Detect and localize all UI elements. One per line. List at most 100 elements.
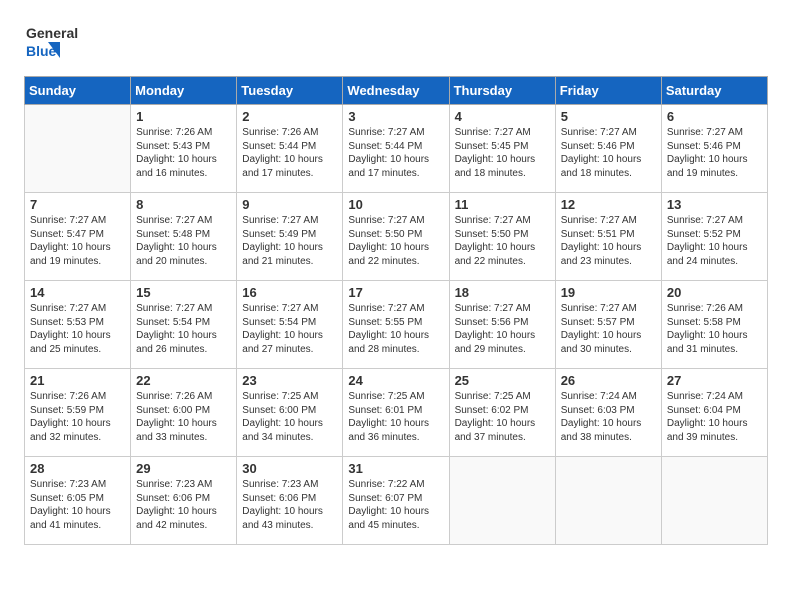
- svg-text:Blue: Blue: [26, 43, 57, 59]
- day-number: 4: [455, 109, 551, 124]
- logo-svg: General Blue: [24, 20, 104, 62]
- day-info: Sunrise: 7:23 AM Sunset: 6:06 PM Dayligh…: [242, 478, 338, 532]
- column-header-wednesday: Wednesday: [343, 77, 449, 105]
- calendar-cell: 16Sunrise: 7:27 AM Sunset: 5:54 PM Dayli…: [237, 281, 343, 369]
- day-number: 8: [136, 197, 232, 212]
- calendar-cell: 18Sunrise: 7:27 AM Sunset: 5:56 PM Dayli…: [449, 281, 555, 369]
- calendar-cell: [25, 105, 131, 193]
- calendar-cell: 13 Sunrise: 7:27 AM Sunset: 5:52 PM Dayli…: [661, 193, 767, 281]
- day-number: 3: [348, 109, 444, 124]
- day-number: 22: [136, 373, 232, 388]
- day-number: 25: [455, 373, 551, 388]
- day-info: Sunrise: 7:22 AM Sunset: 6:07 PM Dayligh…: [348, 478, 444, 532]
- day-info: Sunrise: 7:27 AM Sunset: 5:50 PM Dayligh…: [348, 214, 444, 268]
- day-number: 15: [136, 285, 232, 300]
- calendar-cell: 3 Sunrise: 7:27 AM Sunset: 5:44 PM Daylig…: [343, 105, 449, 193]
- calendar-week-row: 1 Sunrise: 7:26 AM Sunset: 5:43 PM Daylig…: [25, 105, 768, 193]
- day-number: 11: [455, 197, 551, 212]
- day-number: 24: [348, 373, 444, 388]
- calendar-cell: 26Sunrise: 7:24 AM Sunset: 6:03 PM Dayli…: [555, 369, 661, 457]
- day-info: Sunrise: 7:23 AM Sunset: 6:06 PM Dayligh…: [136, 478, 232, 532]
- day-number: 10: [348, 197, 444, 212]
- day-info: Sunrise: 7:25 AM Sunset: 6:02 PM Dayligh…: [455, 390, 551, 444]
- day-number: 28: [30, 461, 126, 476]
- column-header-tuesday: Tuesday: [237, 77, 343, 105]
- calendar-cell: 20 Sunrise: 7:26 AM Sunset: 5:58 PM Dayli…: [661, 281, 767, 369]
- calendar-cell: 14 Sunrise: 7:27 AM Sunset: 5:53 PM Dayli…: [25, 281, 131, 369]
- calendar-cell: [661, 457, 767, 545]
- day-info: Sunrise: 7:26 AM Sunset: 5:43 PM Dayligh…: [136, 126, 232, 180]
- calendar-cell: 6Sunrise: 7:27 AM Sunset: 5:46 PM Daylig…: [661, 105, 767, 193]
- day-info: Sunrise: 7:23 AM Sunset: 6:05 PM Dayligh…: [30, 478, 126, 532]
- calendar-cell: [555, 457, 661, 545]
- day-number: 23: [242, 373, 338, 388]
- calendar-cell: 19 Sunrise: 7:27 AM Sunset: 5:57 PM Dayli…: [555, 281, 661, 369]
- calendar-cell: 8Sunrise: 7:27 AM Sunset: 5:48 PM Daylig…: [131, 193, 237, 281]
- page-header: General Blue: [24, 20, 768, 62]
- day-number: 18: [455, 285, 551, 300]
- svg-text:General: General: [26, 25, 78, 41]
- day-info: Sunrise: 7:26 AM Sunset: 6:00 PM Dayligh…: [136, 390, 232, 444]
- day-number: 19: [561, 285, 657, 300]
- day-number: 20: [667, 285, 763, 300]
- day-info: Sunrise: 7:26 AM Sunset: 5:44 PM Dayligh…: [242, 126, 338, 180]
- day-number: 2: [242, 109, 338, 124]
- calendar-cell: 7Sunrise: 7:27 AM Sunset: 5:47 PM Daylig…: [25, 193, 131, 281]
- calendar-cell: 28 Sunrise: 7:23 AM Sunset: 6:05 PM Dayli…: [25, 457, 131, 545]
- calendar-cell: 10 Sunrise: 7:27 AM Sunset: 5:50 PM Dayli…: [343, 193, 449, 281]
- calendar-cell: [449, 457, 555, 545]
- day-number: 14: [30, 285, 126, 300]
- day-number: 21: [30, 373, 126, 388]
- calendar-cell: 4 Sunrise: 7:27 AM Sunset: 5:45 PM Daylig…: [449, 105, 555, 193]
- day-number: 13: [667, 197, 763, 212]
- day-info: Sunrise: 7:25 AM Sunset: 6:01 PM Dayligh…: [348, 390, 444, 444]
- calendar-cell: 23 Sunrise: 7:25 AM Sunset: 6:00 PM Dayli…: [237, 369, 343, 457]
- day-number: 30: [242, 461, 338, 476]
- day-info: Sunrise: 7:27 AM Sunset: 5:50 PM Dayligh…: [455, 214, 551, 268]
- calendar-cell: 12 Sunrise: 7:27 AM Sunset: 5:51 PM Dayli…: [555, 193, 661, 281]
- calendar-week-row: 28 Sunrise: 7:23 AM Sunset: 6:05 PM Dayli…: [25, 457, 768, 545]
- day-info: Sunrise: 7:27 AM Sunset: 5:49 PM Dayligh…: [242, 214, 338, 268]
- day-info: Sunrise: 7:27 AM Sunset: 5:55 PM Dayligh…: [348, 302, 444, 356]
- day-info: Sunrise: 7:27 AM Sunset: 5:51 PM Dayligh…: [561, 214, 657, 268]
- day-info: Sunrise: 7:27 AM Sunset: 5:46 PM Dayligh…: [561, 126, 657, 180]
- column-header-saturday: Saturday: [661, 77, 767, 105]
- day-info: Sunrise: 7:27 AM Sunset: 5:52 PM Dayligh…: [667, 214, 763, 268]
- day-number: 26: [561, 373, 657, 388]
- day-info: Sunrise: 7:27 AM Sunset: 5:53 PM Dayligh…: [30, 302, 126, 356]
- day-info: Sunrise: 7:25 AM Sunset: 6:00 PM Dayligh…: [242, 390, 338, 444]
- day-number: 5: [561, 109, 657, 124]
- calendar-week-row: 14 Sunrise: 7:27 AM Sunset: 5:53 PM Dayli…: [25, 281, 768, 369]
- day-info: Sunrise: 7:24 AM Sunset: 6:04 PM Dayligh…: [667, 390, 763, 444]
- day-number: 9: [242, 197, 338, 212]
- calendar-cell: 27 Sunrise: 7:24 AM Sunset: 6:04 PM Dayli…: [661, 369, 767, 457]
- day-number: 16: [242, 285, 338, 300]
- day-info: Sunrise: 7:27 AM Sunset: 5:57 PM Dayligh…: [561, 302, 657, 356]
- calendar-cell: 25 Sunrise: 7:25 AM Sunset: 6:02 PM Dayli…: [449, 369, 555, 457]
- column-header-sunday: Sunday: [25, 77, 131, 105]
- day-number: 12: [561, 197, 657, 212]
- day-info: Sunrise: 7:27 AM Sunset: 5:46 PM Dayligh…: [667, 126, 763, 180]
- calendar-table: SundayMondayTuesdayWednesdayThursdayFrid…: [24, 76, 768, 545]
- day-info: Sunrise: 7:27 AM Sunset: 5:45 PM Dayligh…: [455, 126, 551, 180]
- calendar-cell: 2 Sunrise: 7:26 AM Sunset: 5:44 PM Daylig…: [237, 105, 343, 193]
- calendar-header-row: SundayMondayTuesdayWednesdayThursdayFrid…: [25, 77, 768, 105]
- logo: General Blue: [24, 20, 104, 62]
- calendar-cell: 1 Sunrise: 7:26 AM Sunset: 5:43 PM Daylig…: [131, 105, 237, 193]
- day-number: 7: [30, 197, 126, 212]
- calendar-cell: 21 Sunrise: 7:26 AM Sunset: 5:59 PM Dayli…: [25, 369, 131, 457]
- day-number: 1: [136, 109, 232, 124]
- calendar-cell: 29 Sunrise: 7:23 AM Sunset: 6:06 PM Dayli…: [131, 457, 237, 545]
- day-number: 27: [667, 373, 763, 388]
- column-header-thursday: Thursday: [449, 77, 555, 105]
- day-number: 31: [348, 461, 444, 476]
- calendar-cell: 24 Sunrise: 7:25 AM Sunset: 6:01 PM Dayli…: [343, 369, 449, 457]
- day-info: Sunrise: 7:26 AM Sunset: 5:58 PM Dayligh…: [667, 302, 763, 356]
- day-number: 17: [348, 285, 444, 300]
- day-info: Sunrise: 7:26 AM Sunset: 5:59 PM Dayligh…: [30, 390, 126, 444]
- day-info: Sunrise: 7:27 AM Sunset: 5:54 PM Dayligh…: [136, 302, 232, 356]
- calendar-cell: 17 Sunrise: 7:27 AM Sunset: 5:55 PM Dayli…: [343, 281, 449, 369]
- day-number: 29: [136, 461, 232, 476]
- day-info: Sunrise: 7:27 AM Sunset: 5:44 PM Dayligh…: [348, 126, 444, 180]
- calendar-cell: 9 Sunrise: 7:27 AM Sunset: 5:49 PM Daylig…: [237, 193, 343, 281]
